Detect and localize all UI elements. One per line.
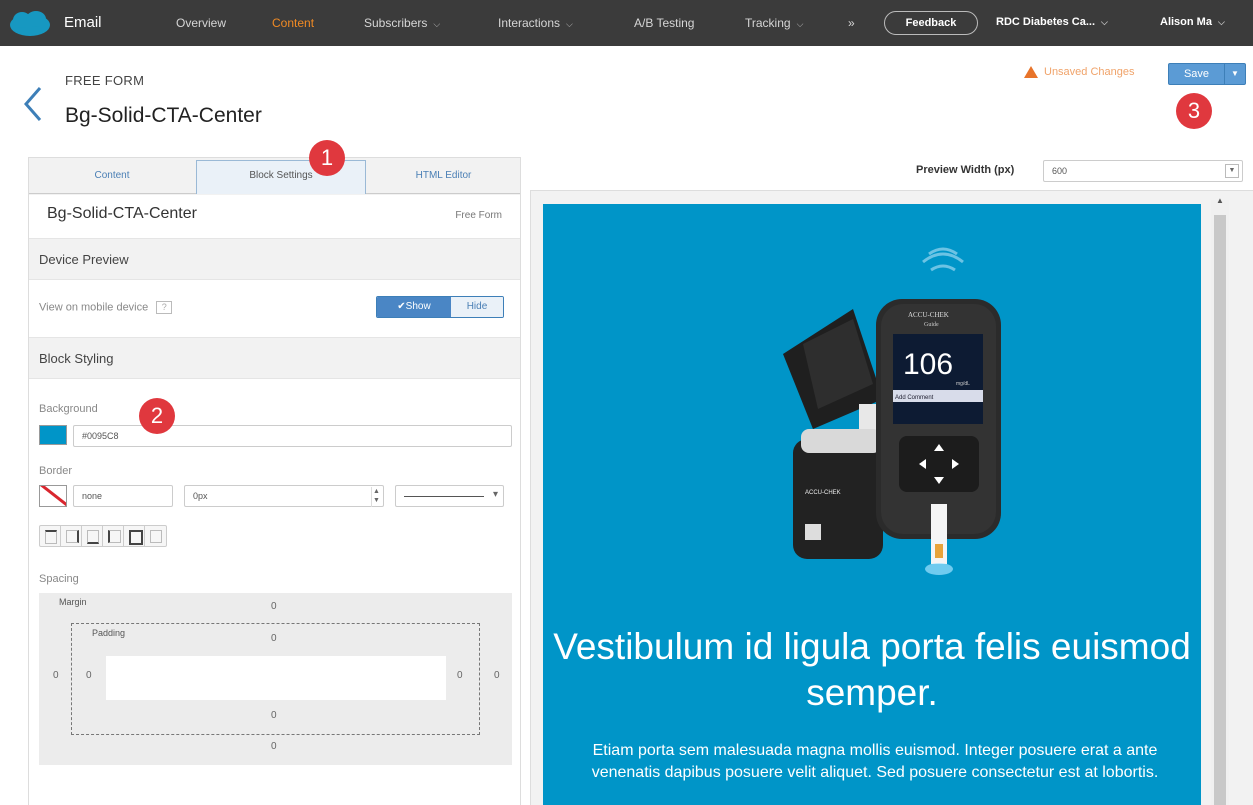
padding-label: Padding (92, 628, 126, 638)
scroll-thumb[interactable] (1214, 215, 1226, 805)
page-title: Bg-Solid-CTA-Center (65, 104, 262, 127)
mobile-device-label: View on mobile device? (39, 301, 173, 314)
border-style-select[interactable] (395, 485, 504, 507)
spacing-label: Spacing (39, 573, 79, 585)
nav-item-interactions[interactable]: Interactions ⌵ (498, 16, 573, 30)
border-none-icon[interactable] (145, 526, 166, 546)
scroll-up-icon[interactable]: ▲ (1213, 196, 1227, 210)
chevron-down-icon[interactable]: ▼ (1225, 164, 1239, 178)
show-button[interactable]: ✔Show (377, 297, 451, 317)
padding-box: Padding 0 0 0 0 (71, 623, 480, 735)
back-arrow-icon[interactable] (20, 84, 48, 124)
chevron-down-icon: ⌵ (566, 19, 573, 29)
border-all-icon[interactable] (124, 526, 145, 546)
top-nav-bar: Email Overview Content Subscribers ⌵ Inte… (0, 0, 1253, 46)
nav-item-ab-testing[interactable]: A/B Testing (634, 16, 694, 30)
border-bottom-icon[interactable] (82, 526, 103, 546)
nav-item-content[interactable]: Content (272, 16, 314, 30)
hero-body-text: Etiam porta sem malesuada magna mollis e… (591, 742, 1159, 781)
margin-label: Margin (59, 597, 87, 607)
margin-right-value[interactable]: 0 (494, 670, 500, 681)
svg-text:ACCU-CHEK: ACCU-CHEK (805, 490, 841, 496)
help-icon[interactable]: ? (156, 301, 173, 314)
chevron-down-icon: ⌵ (433, 19, 441, 29)
block-settings-content: Bg-Solid-CTA-Center Free Form Device Pre… (29, 195, 520, 805)
padding-right-value[interactable]: 0 (457, 670, 463, 681)
border-label: Border (39, 465, 73, 477)
tab-html-editor[interactable]: HTML Editor (367, 158, 520, 194)
business-unit-menu[interactable]: RDC Diabetes Ca... ⌵ (996, 16, 1108, 28)
editor-tabs: Content Block Settings HTML Editor (29, 158, 520, 194)
border-side-buttons (39, 525, 167, 547)
border-color-input[interactable]: none (73, 485, 173, 507)
tab-content[interactable]: Content (29, 158, 195, 194)
svg-text:Add Comment: Add Comment (895, 395, 934, 401)
feedback-button[interactable]: Feedback (884, 11, 978, 35)
background-color-input[interactable]: #0095C8 (73, 425, 512, 447)
border-width-stepper[interactable]: ▲ ▼ (371, 487, 381, 507)
chevron-down-icon[interactable]: ▼ (1225, 64, 1245, 84)
show-hide-toggle[interactable]: ✔Show Hide (376, 296, 504, 318)
background-label: Background (39, 403, 98, 415)
save-button-label[interactable]: Save (1169, 64, 1225, 84)
preview-width-label: Preview Width (px) (916, 164, 1015, 176)
app-name[interactable]: Email (64, 14, 102, 31)
padding-left-value[interactable]: 0 (86, 670, 92, 681)
nav-more-icon[interactable]: » (848, 16, 855, 30)
margin-bottom-value[interactable]: 0 (271, 741, 277, 752)
annotation-badge-2: 2 (139, 398, 175, 434)
margin-left-value[interactable]: 0 (53, 670, 59, 681)
content-box (106, 656, 446, 700)
unsaved-changes-indicator: Unsaved Changes (1024, 66, 1135, 79)
svg-text:Guide: Guide (924, 322, 939, 328)
spacing-editor: Margin 0 0 0 0 Padding 0 0 0 0 (39, 593, 512, 765)
block-settings-panel: Content Block Settings HTML Editor Bg-So… (28, 157, 521, 805)
block-name: Bg-Solid-CTA-Center (47, 205, 197, 222)
svg-text:ACCU-CHEK: ACCU-CHEK (908, 311, 949, 319)
background-color-swatch[interactable] (39, 425, 67, 445)
preview-width-select[interactable]: 600 ▼ (1043, 160, 1243, 182)
warning-icon (1024, 66, 1038, 79)
border-right-icon[interactable] (61, 526, 82, 546)
border-color-swatch[interactable] (39, 485, 67, 507)
glucose-meter-image: ACCU-CHEK ACCU-CHEK Guide 106 mg/dL Add … (783, 247, 1001, 575)
preview-width-value: 600 (1052, 166, 1068, 176)
block-type: Free Form (455, 210, 502, 221)
svg-text:106: 106 (903, 348, 953, 381)
border-top-icon[interactable] (40, 526, 61, 546)
border-left-icon[interactable] (103, 526, 124, 546)
annotation-badge-3: 3 (1176, 93, 1212, 129)
email-preview[interactable]: ACCU-CHEK ACCU-CHEK Guide 106 mg/dL Add … (543, 204, 1201, 805)
breadcrumb: FREE FORM (65, 73, 145, 88)
chevron-down-icon: ⌵ (796, 19, 804, 29)
border-width-input[interactable]: 0px (184, 485, 384, 507)
annotation-badge-1: 1 (309, 140, 345, 176)
nav-item-subscribers[interactable]: Subscribers ⌵ (364, 16, 440, 30)
user-menu[interactable]: Alison Ma ⌵ (1160, 16, 1225, 28)
block-styling-heading[interactable]: Block Styling (29, 337, 520, 379)
save-button[interactable]: Save ▼ (1168, 63, 1246, 85)
salesforce-cloud-icon[interactable] (8, 10, 52, 38)
hide-button[interactable]: Hide (451, 297, 503, 317)
margin-top-value[interactable]: 0 (271, 601, 277, 612)
chevron-down-icon: ⌵ (1101, 17, 1108, 27)
hero-headline: Vestibulum id ligula porta felis euismod… (553, 626, 1191, 713)
svg-text:mg/dL: mg/dL (956, 381, 970, 387)
nav-item-tracking[interactable]: Tracking ⌵ (745, 16, 803, 30)
padding-bottom-value[interactable]: 0 (271, 710, 277, 721)
padding-top-value[interactable]: 0 (271, 633, 277, 644)
device-preview-heading[interactable]: Device Preview (29, 238, 520, 280)
chevron-down-icon: ⌵ (1217, 17, 1225, 27)
nav-item-overview[interactable]: Overview (176, 16, 226, 30)
